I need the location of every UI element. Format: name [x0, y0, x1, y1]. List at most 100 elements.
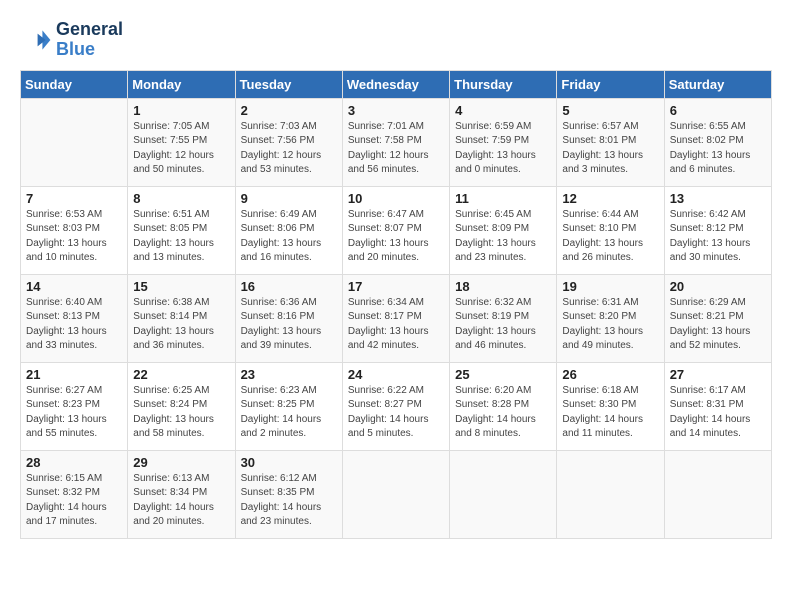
- page-header: General Blue: [20, 20, 772, 60]
- calendar-cell: 11Sunrise: 6:45 AMSunset: 8:09 PMDayligh…: [450, 186, 557, 274]
- calendar-week-4: 21 Sunrise: 6:27 AMSunset: 8:23 PMDayligh…: [21, 362, 772, 450]
- day-number: 20: [670, 279, 766, 294]
- logo-icon: [20, 24, 52, 56]
- day-number: 11: [455, 191, 551, 206]
- weekday-header-thursday: Thursday: [450, 70, 557, 98]
- day-number: 19: [562, 279, 658, 294]
- calendar-cell: 29 Sunrise: 6:13 AMSunset: 8:34 PMDayligh…: [128, 450, 235, 538]
- logo: General Blue: [20, 20, 123, 60]
- day-info: Sunrise: 6:42 AMSunset: 8:12 PMDaylight:…: [670, 208, 766, 266]
- calendar-cell: 14Sunrise: 6:40 AMSunset: 8:13 PMDayligh…: [21, 274, 128, 362]
- day-info: Sunrise: 6:34 AMSunset: 8:17 PMDaylight:…: [348, 296, 444, 354]
- calendar-cell: 15 Sunrise: 6:38 AMSunset: 8:14 PMDayligh…: [128, 274, 235, 362]
- calendar-cell: 26 Sunrise: 6:18 AMSunset: 8:30 PMDayligh…: [557, 362, 664, 450]
- calendar-cell: 20 Sunrise: 6:29 AMSunset: 8:21 PMDayligh…: [664, 274, 771, 362]
- day-number: 23: [241, 367, 337, 382]
- day-info: Sunrise: 6:31 AMSunset: 8:20 PMDaylight:…: [562, 296, 658, 354]
- calendar-cell: 7Sunrise: 6:53 AMSunset: 8:03 PMDaylight…: [21, 186, 128, 274]
- day-info: Sunrise: 7:01 AMSunset: 7:58 PMDaylight:…: [348, 120, 444, 178]
- day-info: Sunrise: 6:47 AMSunset: 8:07 PMDaylight:…: [348, 208, 444, 266]
- day-number: 29: [133, 455, 229, 470]
- day-number: 27: [670, 367, 766, 382]
- day-number: 26: [562, 367, 658, 382]
- calendar-table: SundayMondayTuesdayWednesdayThursdayFrid…: [20, 70, 772, 539]
- calendar-cell: 16Sunrise: 6:36 AMSunset: 8:16 PMDayligh…: [235, 274, 342, 362]
- day-info: Sunrise: 6:44 AMSunset: 8:10 PMDaylight:…: [562, 208, 658, 266]
- day-info: Sunrise: 6:22 AMSunset: 8:27 PMDaylight:…: [348, 384, 444, 442]
- calendar-body: 1 Sunrise: 7:05 AMSunset: 7:55 PMDaylight…: [21, 98, 772, 538]
- calendar-cell: [21, 98, 128, 186]
- day-info: Sunrise: 6:20 AMSunset: 8:28 PMDaylight:…: [455, 384, 551, 442]
- day-number: 10: [348, 191, 444, 206]
- weekday-header-monday: Monday: [128, 70, 235, 98]
- calendar-cell: 2 Sunrise: 7:03 AMSunset: 7:56 PMDaylight…: [235, 98, 342, 186]
- day-info: Sunrise: 6:32 AMSunset: 8:19 PMDaylight:…: [455, 296, 551, 354]
- calendar-cell: 28 Sunrise: 6:15 AMSunset: 8:32 PMDayligh…: [21, 450, 128, 538]
- day-number: 25: [455, 367, 551, 382]
- weekday-header-saturday: Saturday: [664, 70, 771, 98]
- calendar-cell: 10 Sunrise: 6:47 AMSunset: 8:07 PMDayligh…: [342, 186, 449, 274]
- calendar-cell: 13 Sunrise: 6:42 AMSunset: 8:12 PMDayligh…: [664, 186, 771, 274]
- day-info: Sunrise: 6:38 AMSunset: 8:14 PMDaylight:…: [133, 296, 229, 354]
- calendar-cell: 8Sunrise: 6:51 AMSunset: 8:05 PMDaylight…: [128, 186, 235, 274]
- day-info: Sunrise: 6:51 AMSunset: 8:05 PMDaylight:…: [133, 208, 229, 266]
- day-info: Sunrise: 7:03 AMSunset: 7:56 PMDaylight:…: [241, 120, 337, 178]
- logo-text-blue: Blue: [56, 40, 123, 60]
- day-number: 14: [26, 279, 122, 294]
- day-info: Sunrise: 6:49 AMSunset: 8:06 PMDaylight:…: [241, 208, 337, 266]
- calendar-week-1: 1 Sunrise: 7:05 AMSunset: 7:55 PMDaylight…: [21, 98, 772, 186]
- calendar-cell: 4 Sunrise: 6:59 AMSunset: 7:59 PMDaylight…: [450, 98, 557, 186]
- calendar-cell: 6Sunrise: 6:55 AMSunset: 8:02 PMDaylight…: [664, 98, 771, 186]
- day-number: 6: [670, 103, 766, 118]
- weekday-header-wednesday: Wednesday: [342, 70, 449, 98]
- day-info: Sunrise: 6:53 AMSunset: 8:03 PMDaylight:…: [26, 208, 122, 266]
- calendar-cell: 22Sunrise: 6:25 AMSunset: 8:24 PMDayligh…: [128, 362, 235, 450]
- calendar-cell: [557, 450, 664, 538]
- calendar-cell: 17 Sunrise: 6:34 AMSunset: 8:17 PMDayligh…: [342, 274, 449, 362]
- weekday-header-row: SundayMondayTuesdayWednesdayThursdayFrid…: [21, 70, 772, 98]
- calendar-cell: 23 Sunrise: 6:23 AMSunset: 8:25 PMDayligh…: [235, 362, 342, 450]
- day-number: 12: [562, 191, 658, 206]
- calendar-week-5: 28 Sunrise: 6:15 AMSunset: 8:32 PMDayligh…: [21, 450, 772, 538]
- day-info: Sunrise: 6:36 AMSunset: 8:16 PMDaylight:…: [241, 296, 337, 354]
- calendar-header: SundayMondayTuesdayWednesdayThursdayFrid…: [21, 70, 772, 98]
- day-info: Sunrise: 6:12 AMSunset: 8:35 PMDaylight:…: [241, 472, 337, 530]
- day-number: 15: [133, 279, 229, 294]
- day-info: Sunrise: 6:57 AMSunset: 8:01 PMDaylight:…: [562, 120, 658, 178]
- calendar-cell: 5 Sunrise: 6:57 AMSunset: 8:01 PMDaylight…: [557, 98, 664, 186]
- day-number: 17: [348, 279, 444, 294]
- day-number: 9: [241, 191, 337, 206]
- day-info: Sunrise: 6:18 AMSunset: 8:30 PMDaylight:…: [562, 384, 658, 442]
- day-number: 3: [348, 103, 444, 118]
- day-number: 22: [133, 367, 229, 382]
- calendar-cell: 21 Sunrise: 6:27 AMSunset: 8:23 PMDayligh…: [21, 362, 128, 450]
- day-info: Sunrise: 6:59 AMSunset: 7:59 PMDaylight:…: [455, 120, 551, 178]
- calendar-cell: 12 Sunrise: 6:44 AMSunset: 8:10 PMDayligh…: [557, 186, 664, 274]
- day-info: Sunrise: 6:29 AMSunset: 8:21 PMDaylight:…: [670, 296, 766, 354]
- calendar-cell: 30Sunrise: 6:12 AMSunset: 8:35 PMDayligh…: [235, 450, 342, 538]
- day-number: 1: [133, 103, 229, 118]
- day-number: 2: [241, 103, 337, 118]
- day-number: 21: [26, 367, 122, 382]
- weekday-header-friday: Friday: [557, 70, 664, 98]
- calendar-week-2: 7Sunrise: 6:53 AMSunset: 8:03 PMDaylight…: [21, 186, 772, 274]
- day-number: 24: [348, 367, 444, 382]
- day-info: Sunrise: 6:23 AMSunset: 8:25 PMDaylight:…: [241, 384, 337, 442]
- day-number: 4: [455, 103, 551, 118]
- day-number: 5: [562, 103, 658, 118]
- calendar-cell: 3 Sunrise: 7:01 AMSunset: 7:58 PMDaylight…: [342, 98, 449, 186]
- day-info: Sunrise: 6:13 AMSunset: 8:34 PMDaylight:…: [133, 472, 229, 530]
- day-info: Sunrise: 6:17 AMSunset: 8:31 PMDaylight:…: [670, 384, 766, 442]
- calendar-cell: 25 Sunrise: 6:20 AMSunset: 8:28 PMDayligh…: [450, 362, 557, 450]
- calendar-week-3: 14Sunrise: 6:40 AMSunset: 8:13 PMDayligh…: [21, 274, 772, 362]
- day-info: Sunrise: 6:27 AMSunset: 8:23 PMDaylight:…: [26, 384, 122, 442]
- calendar-cell: 27 Sunrise: 6:17 AMSunset: 8:31 PMDayligh…: [664, 362, 771, 450]
- day-number: 18: [455, 279, 551, 294]
- day-number: 28: [26, 455, 122, 470]
- day-number: 13: [670, 191, 766, 206]
- day-info: Sunrise: 7:05 AMSunset: 7:55 PMDaylight:…: [133, 120, 229, 178]
- day-info: Sunrise: 6:15 AMSunset: 8:32 PMDaylight:…: [26, 472, 122, 530]
- calendar-cell: 19 Sunrise: 6:31 AMSunset: 8:20 PMDayligh…: [557, 274, 664, 362]
- weekday-header-sunday: Sunday: [21, 70, 128, 98]
- calendar-cell: 24 Sunrise: 6:22 AMSunset: 8:27 PMDayligh…: [342, 362, 449, 450]
